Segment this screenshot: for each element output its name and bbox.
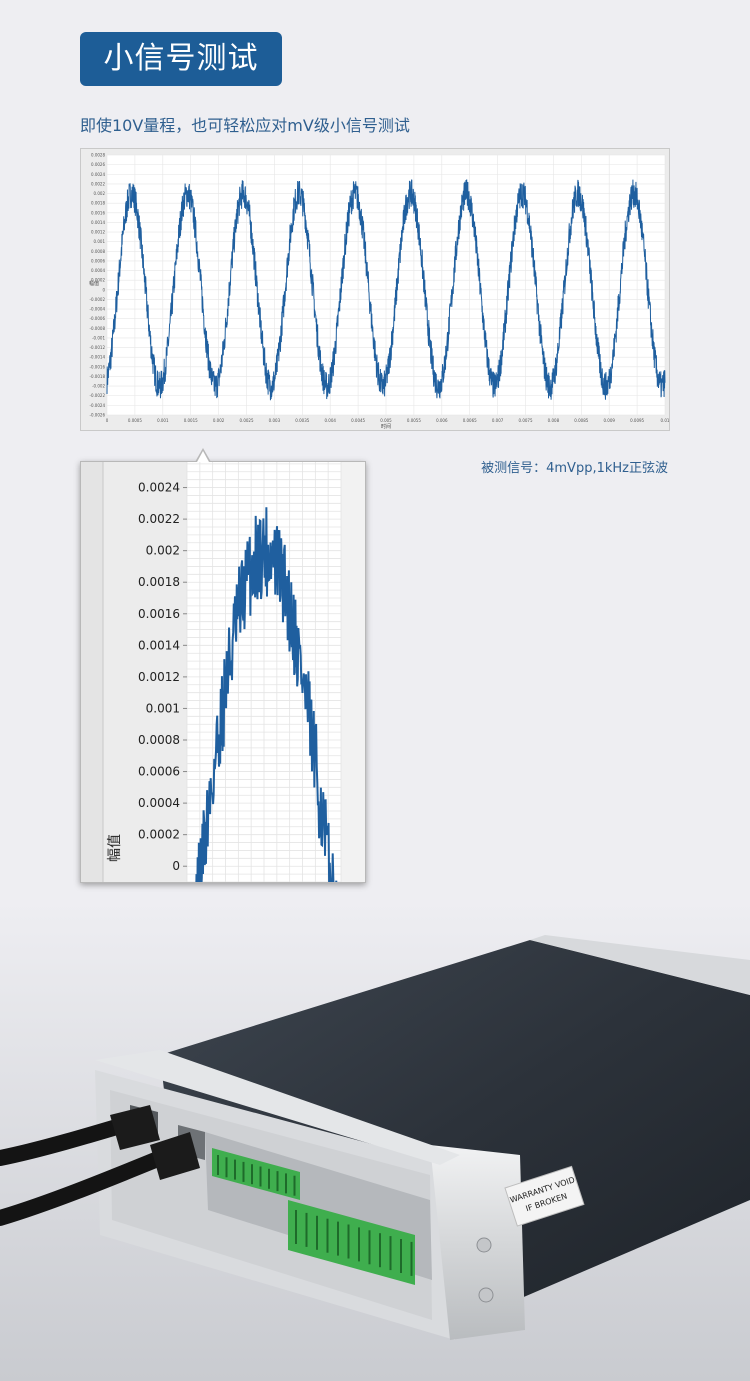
inset-y-axis-label: 幅值 [107,834,123,862]
x-tick-label: 0.0055 [407,418,421,423]
y-tick-label: -0.002 [92,384,105,389]
y-tick-label: -0.0002 [90,297,106,302]
x-tick-label: 0.01 [661,418,669,423]
y-tick-label: -0.0008 [90,326,106,331]
y-tick-label: 0.0022 [91,181,105,186]
y-tick-label: 0.0028 [91,153,105,158]
inset-y-tick-label: 0.0018 [138,575,180,589]
y-tick-label: 0.0026 [91,162,105,167]
x-axis-label: 时间 [381,423,391,430]
y-tick-label: 0.0012 [91,230,105,235]
x-tick-label: 0.006 [436,418,448,423]
inset-y-tick-label: 0.0012 [138,670,180,684]
x-tick-label: 0.0035 [295,418,309,423]
section-title-badge: 小信号测试 [80,32,282,86]
screw-icon [476,1237,492,1253]
inset-right-panel [341,462,365,882]
section-subtitle: 即使10V量程，也可轻松应对mV级小信号测试 [80,116,410,135]
x-tick-label: 0.008 [548,418,560,423]
x-tick-label: 0.009 [603,418,615,423]
x-tick-label: 0.0095 [630,418,644,423]
y-tick-label: -0.0006 [90,316,106,321]
x-tick-label: 0.0065 [463,418,477,423]
inset-y-tick-label: 0.0006 [138,765,180,779]
signal-caption: 被测信号：4mVpp,1kHz正弦波 [481,461,668,476]
x-tick-label: 0.007 [492,418,504,423]
y-tick-label: -0.0016 [90,364,106,369]
zoom-chart-svg: 0.0026 0.0024 0.0022 0.002 0.0018 0.0016 0.001… [81,462,365,882]
y-tick-label: 0.0006 [91,258,105,263]
zoom-inset: 0.0026 0.0024 0.0022 0.002 0.0018 0.0016 0.001… [80,461,366,883]
inset-y-tick-label: 0.0016 [138,607,180,621]
inset-y-tick-label: 0.001 [146,701,180,715]
inset-y-tick-label: 0.0004 [138,796,180,810]
y-tick-label: -0.0012 [90,345,106,350]
y-tick-label: 0.0008 [91,249,105,254]
x-tick-label: 0.0005 [128,418,142,423]
y-tick-label: -0.0014 [90,355,106,360]
y-tick-label: -0.0026 [90,413,106,418]
inset-pointer-inner [197,451,209,462]
inset-y-tick-label: 0.0014 [138,638,180,652]
x-tick-label: 0.005 [380,418,392,423]
y-tick-label: -0.0022 [90,393,106,398]
y-tick-label: -0.0024 [90,403,106,408]
y-tick-label: 0.002 [94,191,106,196]
x-tick-label: 0.003 [269,418,281,423]
y-tick-label: 0.0014 [91,220,105,225]
x-tick-label: 0.0025 [240,418,254,423]
waveform-chart-svg: 0.0028 0.0026 0.0024 0.0022 0.002 0.0018 0.001… [89,153,670,431]
x-tick-label: 0.0075 [519,418,533,423]
inset-y-tick-label: 0.0026 [138,462,180,463]
inset-y-tick-label: 0.0002 [138,828,180,842]
device-photo: WARRANTY VOID IF BROKEN [0,900,750,1381]
inset-y-tick-label: 0.002 [146,544,180,558]
inset-y-tick-label: 0 [172,859,180,873]
y-tick-label: 0.0024 [91,172,105,177]
x-tick-label: 0.001 [157,418,169,423]
y-axis-label: 幅值 [89,280,99,287]
x-tick-label: 0.0085 [574,418,588,423]
y-tick-label: 0.0016 [91,210,105,215]
x-tick-label: 0.002 [213,418,225,423]
y-tick-label: -0.001 [92,335,105,340]
inset-y-tick-label: 0.0024 [138,481,180,495]
y-tick-label: 0.0018 [91,201,105,206]
y-tick-label: -0.0004 [90,307,106,312]
x-tick-label: 0 [106,418,109,423]
inset-y-tick-label: 0.0008 [138,733,180,747]
y-tick-label: 0.0004 [91,268,105,273]
inset-sidebar [81,462,103,882]
y-tick-label: -0.0018 [90,374,106,379]
y-tick-label: 0.001 [94,239,106,244]
x-tick-label: 0.004 [324,418,336,423]
inset-y-tick-label: 0.0022 [138,512,180,526]
screw-icon [478,1287,494,1303]
y-tick-label: 0 [102,287,105,292]
x-tick-label: 0.0015 [184,418,198,423]
x-tick-label: 0.0045 [351,418,365,423]
waveform-chart: 0.0028 0.0026 0.0024 0.0022 0.002 0.0018 0.001… [80,148,670,431]
